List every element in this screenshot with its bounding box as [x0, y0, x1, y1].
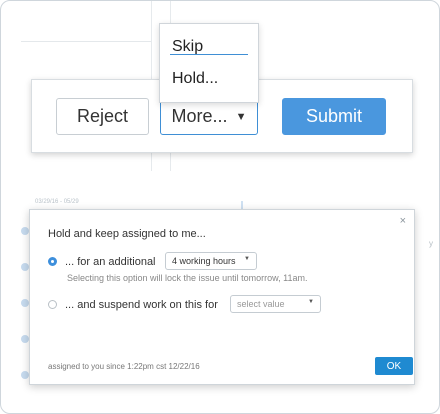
background-list-dot — [21, 299, 29, 307]
chevron-down-icon: ▼ — [235, 110, 247, 123]
background-list-dot — [21, 371, 29, 379]
menu-focus-underline — [170, 54, 248, 55]
window-frame: Reject More... ▼ Submit Skip Hold... 03/… — [0, 0, 440, 414]
chevron-down-icon: ▼ — [244, 256, 250, 262]
radio-suspend-work[interactable] — [48, 300, 57, 309]
suspend-duration-placeholder: select value — [237, 299, 285, 309]
ok-button[interactable]: OK — [375, 357, 413, 375]
option-additional-label: ... for an additional — [65, 256, 156, 268]
close-icon[interactable]: × — [400, 215, 406, 227]
additional-time-select[interactable]: 4 working hours ▼ — [165, 252, 257, 270]
background-list-dot — [21, 263, 29, 271]
background-date-range: 03/29/16 - 05/29 — [35, 199, 79, 205]
submit-button[interactable]: Submit — [282, 98, 386, 135]
suspend-duration-select[interactable]: select value ▼ — [230, 295, 321, 313]
assignment-info: assigned to you since 1:22pm cst 12/22/1… — [48, 362, 200, 371]
dialog-title: Hold and keep assigned to me... — [48, 228, 206, 240]
background-list-dot — [21, 335, 29, 343]
background-text: y — [429, 239, 433, 248]
option-suspend-label: ... and suspend work on this for — [65, 299, 218, 311]
background-divider — [21, 41, 151, 42]
more-button-label: More... — [171, 106, 228, 126]
chevron-down-icon: ▼ — [308, 299, 314, 305]
reject-button[interactable]: Reject — [56, 98, 149, 135]
background-list-dot — [21, 227, 29, 235]
additional-time-value: 4 working hours — [172, 256, 236, 266]
more-menu: Skip Hold... — [159, 23, 259, 103]
menu-item-hold[interactable]: Hold... — [172, 70, 218, 88]
radio-additional-time[interactable] — [48, 257, 57, 266]
option-hint: Selecting this option will lock the issu… — [67, 273, 308, 283]
hold-dialog: × Hold and keep assigned to me... ... fo… — [29, 209, 415, 385]
more-button[interactable]: More... ▼ — [160, 98, 258, 135]
